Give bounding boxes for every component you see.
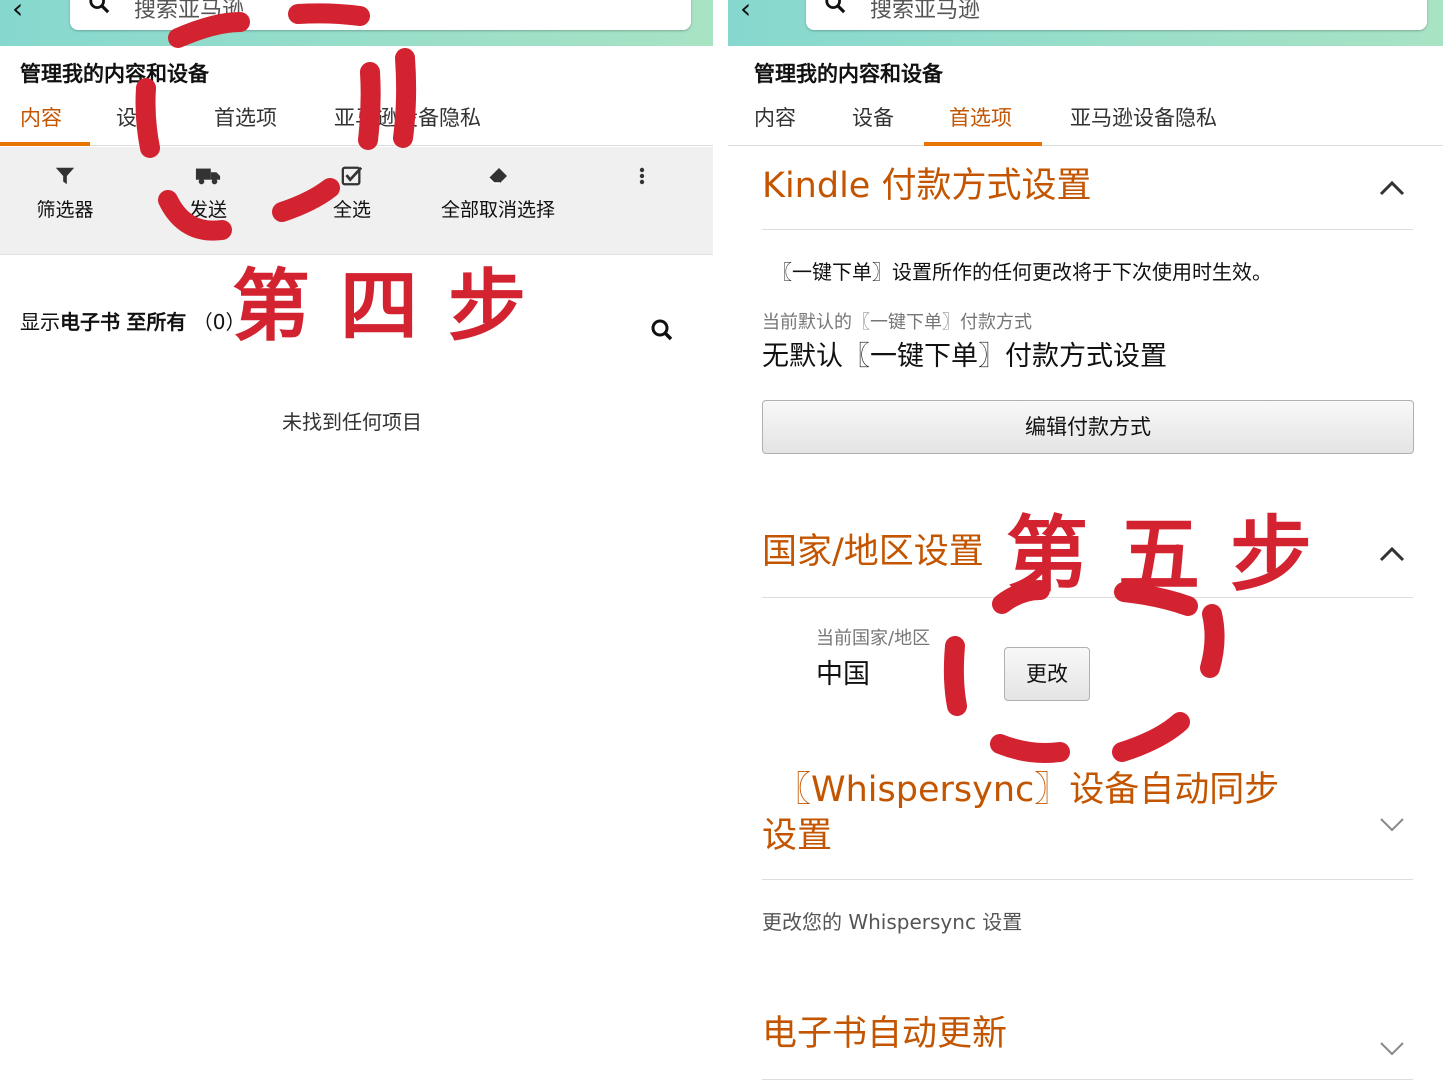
left-screen: ‹ 搜索亚马逊 管理我的内容和设备 内容 设 首选项 亚马逊设备隐私 筛选器 发… [0,0,713,1080]
empty-state: 未找到任何项目 [282,410,422,434]
page-title: 管理我的内容和设备 [20,62,209,86]
active-tab-indicator [0,142,90,146]
country-current-label: 当前国家/地区 [816,628,931,649]
edit-payment-button[interactable]: 编辑付款方式 [762,400,1414,454]
payment-section-header[interactable]: Kindle 付款方式设置 [762,160,1413,230]
tab-devices[interactable]: 设备 [852,102,894,146]
auto-update-title[interactable]: 电子书自动更新 [762,1012,1007,1058]
eraser-icon [488,168,507,184]
back-arrow-icon[interactable]: ‹ [740,0,751,25]
search-box[interactable]: 搜索亚马逊 [70,0,691,30]
tab-devices[interactable]: 设 [116,102,137,146]
tab-content[interactable]: 内容 [754,102,796,146]
tab-bar: 内容 设 首选项 亚马逊设备隐私 [0,98,713,146]
tab-bar: 内容 设备 首选项 亚马逊设备隐私 [728,98,1443,146]
send-label: 发送 [188,199,227,221]
tab-preferences[interactable]: 首选项 [214,102,277,146]
filter-label: 筛选器 [36,199,94,221]
payment-current-label: 当前默认的〖一键下单〗付款方式 [762,312,1032,333]
whispersync-title-line2[interactable]: 设置 [762,814,832,860]
change-country-button[interactable]: 更改 [1004,647,1090,701]
send-button[interactable]: 发送 [170,165,246,222]
chevron-up-icon[interactable] [1379,546,1405,562]
deselect-all-label: 全部取消选择 [440,199,555,221]
whispersync-title-line1[interactable]: 〖Whispersync〗设备自动同步 [776,768,1279,814]
select-all-label: 全选 [332,199,371,221]
search-icon [89,0,110,14]
tab-content[interactable]: 内容 [20,102,62,146]
back-arrow-icon[interactable]: ‹ [12,0,23,25]
deselect-all-button[interactable]: 全部取消选择 [432,165,564,222]
panel-divider [713,0,728,1080]
filter-icon [55,167,75,185]
search-placeholder: 搜索亚马逊 [134,0,245,23]
chevron-up-icon[interactable] [1379,180,1405,196]
action-toolbar: 筛选器 发送 全选 全部取消选择 [0,147,713,255]
listing-scope-filter[interactable]: 至所有 [126,310,186,334]
top-bar: ‹ 搜索亚马逊 [728,0,1443,46]
truck-icon [195,168,221,185]
more-options-button[interactable] [630,165,654,195]
select-all-button[interactable]: 全选 [322,165,382,222]
listing-type-filter[interactable]: 电子书 [60,310,120,334]
tab-preferences[interactable]: 首选项 [949,102,1012,146]
payment-current-value: 无默认〖一键下单〗付款方式设置 [762,341,1167,372]
tab-privacy[interactable]: 亚马逊设备隐私 [334,102,481,146]
list-search-icon[interactable] [650,318,674,342]
whispersync-section-header[interactable]: 〖Whispersync〗设备自动同步 设置 [762,764,1413,880]
listing-prefix: 显示 [20,310,60,334]
search-box[interactable]: 搜索亚马逊 [806,0,1427,30]
whispersync-description: 更改您的 Whispersync 设置 [762,910,1023,934]
active-tab-indicator [924,142,1042,146]
listing-summary: 显示电子书 至所有 （0） [20,306,245,335]
payment-section-title[interactable]: Kindle 付款方式设置 [762,164,1091,210]
more-vertical-icon [639,167,645,185]
country-section-title[interactable]: 国家/地区设置 [762,530,984,576]
search-placeholder: 搜索亚马逊 [870,0,981,23]
top-bar: ‹ 搜索亚马逊 [0,0,713,46]
payment-note: 〖一键下单〗设置所作的任何更改将于下次使用时生效。 [772,260,1272,284]
search-icon [825,0,846,14]
page-title: 管理我的内容和设备 [754,62,943,86]
chevron-down-icon[interactable] [1379,1040,1405,1056]
auto-update-section-header[interactable]: 电子书自动更新 [762,1010,1413,1080]
filter-button[interactable]: 筛选器 [30,165,100,222]
step-four-annotation: 第四步 [232,261,557,352]
chevron-down-icon[interactable] [1379,816,1405,832]
country-current-value: 中国 [816,659,870,690]
tab-privacy[interactable]: 亚马逊设备隐私 [1070,102,1217,146]
checkbox-icon [341,166,363,186]
step-five-annotation: 第五步 [1006,507,1343,603]
